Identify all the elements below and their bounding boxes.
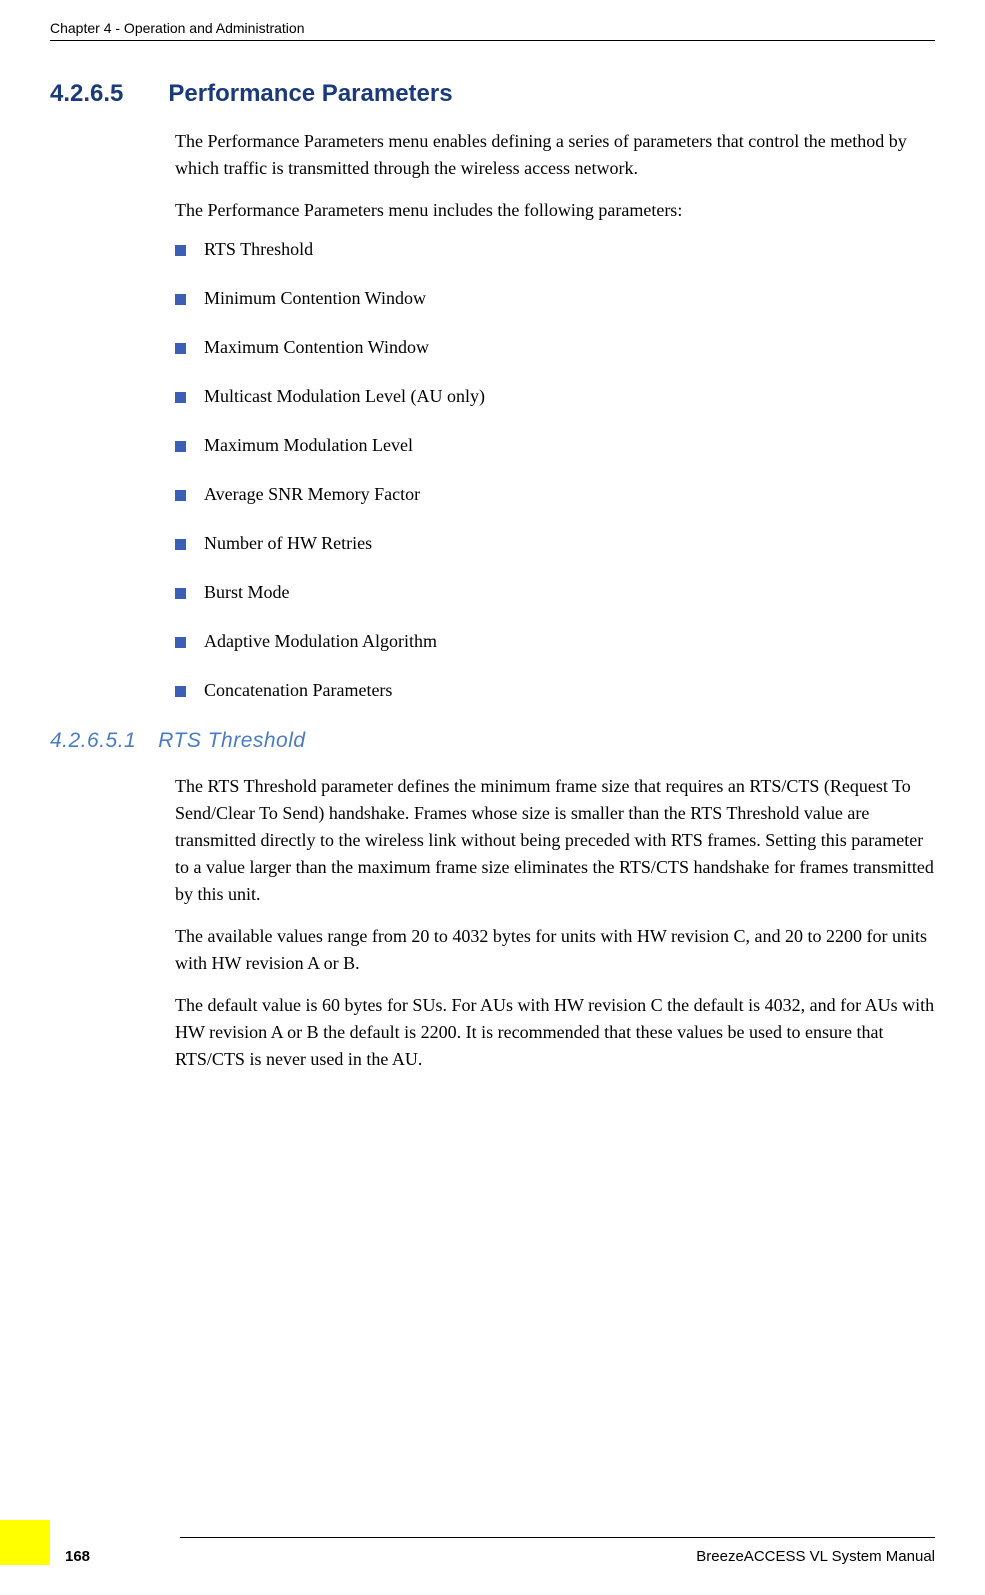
list-item: RTS Threshold: [175, 239, 935, 260]
square-bullet-icon: [175, 637, 186, 648]
footer-right: BreezeACCESS VL System Manual: [180, 1537, 935, 1565]
bullet-text: Maximum Contention Window: [204, 337, 429, 358]
list-item: Number of HW Retries: [175, 533, 935, 554]
square-bullet-icon: [175, 294, 186, 305]
square-bullet-icon: [175, 245, 186, 256]
section2-body: The RTS Threshold parameter defines the …: [175, 773, 935, 1073]
subsection-number: 4.2.6.5.1: [50, 729, 136, 753]
square-bullet-icon: [175, 441, 186, 452]
subsection-title: RTS Threshold: [158, 729, 305, 753]
list-item: Maximum Modulation Level: [175, 435, 935, 456]
bullet-text: Maximum Modulation Level: [204, 435, 413, 456]
list-item: Maximum Contention Window: [175, 337, 935, 358]
paragraph: The default value is 60 bytes for SUs. F…: [175, 992, 935, 1073]
section-heading-2: 4.2.6.5.1 RTS Threshold: [50, 729, 935, 753]
paragraph: The Performance Parameters menu includes…: [175, 197, 935, 224]
bullet-text: Concatenation Parameters: [204, 680, 392, 701]
footer-rule: [180, 1537, 935, 1538]
list-item: Average SNR Memory Factor: [175, 484, 935, 505]
paragraph: The Performance Parameters menu enables …: [175, 128, 935, 182]
bullet-text: Number of HW Retries: [204, 533, 372, 554]
list-item: Burst Mode: [175, 582, 935, 603]
square-bullet-icon: [175, 343, 186, 354]
page-content: 4.2.6.5 Performance Parameters The Perfo…: [50, 80, 935, 1088]
section-title: Performance Parameters: [168, 80, 452, 108]
square-bullet-icon: [175, 686, 186, 697]
list-item: Multicast Modulation Level (AU only): [175, 386, 935, 407]
bullet-text: Adaptive Modulation Algorithm: [204, 631, 437, 652]
section-heading-1: 4.2.6.5 Performance Parameters: [50, 80, 935, 108]
bullet-text: Multicast Modulation Level (AU only): [204, 386, 485, 407]
manual-name: BreezeACCESS VL System Manual: [180, 1548, 935, 1565]
page-number: 168: [65, 1548, 90, 1565]
bullet-text: Minimum Contention Window: [204, 288, 426, 309]
square-bullet-icon: [175, 539, 186, 550]
page-footer: BreezeACCESS VL System Manual: [0, 1520, 935, 1565]
chapter-title: Chapter 4 - Operation and Administration: [50, 20, 304, 36]
list-item: Minimum Contention Window: [175, 288, 935, 309]
section1-body: The Performance Parameters menu enables …: [175, 128, 935, 701]
yellow-marker: [0, 1520, 50, 1565]
square-bullet-icon: [175, 588, 186, 599]
paragraph: The RTS Threshold parameter defines the …: [175, 773, 935, 908]
list-item: Adaptive Modulation Algorithm: [175, 631, 935, 652]
list-item: Concatenation Parameters: [175, 680, 935, 701]
bullet-list: RTS Threshold Minimum Contention Window …: [175, 239, 935, 701]
page-header: Chapter 4 - Operation and Administration: [50, 20, 935, 41]
bullet-text: RTS Threshold: [204, 239, 313, 260]
square-bullet-icon: [175, 392, 186, 403]
square-bullet-icon: [175, 490, 186, 501]
bullet-text: Average SNR Memory Factor: [204, 484, 420, 505]
paragraph: The available values range from 20 to 40…: [175, 923, 935, 977]
bullet-text: Burst Mode: [204, 582, 290, 603]
section-number: 4.2.6.5: [50, 80, 123, 108]
